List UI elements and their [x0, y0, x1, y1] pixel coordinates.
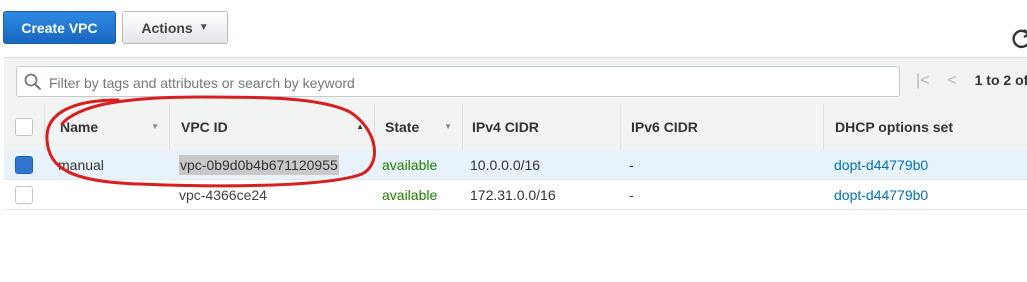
search-input[interactable] — [47, 67, 891, 98]
actions-dropdown-button[interactable]: Actions ▼ — [122, 11, 228, 44]
row-ipv4-cidr: 172.31.0.0/16 — [470, 187, 556, 203]
row-checkbox[interactable] — [15, 156, 33, 174]
row-vpc-id: vpc-4366ce24 — [179, 187, 267, 203]
row-checkbox[interactable] — [15, 186, 33, 204]
column-header-ipv4-cidr[interactable]: IPv4 CIDR — [462, 104, 620, 150]
search-box[interactable] — [16, 66, 900, 98]
row-ipv4-cidr: 10.0.0.0/16 — [470, 157, 541, 173]
row-ipv6-cidr: - — [629, 157, 634, 173]
sort-arrow-icon: ▲ — [356, 122, 364, 131]
row-name: manual — [58, 157, 104, 173]
column-header-label: Name — [60, 119, 99, 135]
column-header-dhcp-options-set[interactable]: DHCP options set — [823, 104, 1027, 150]
select-all-checkbox[interactable] — [15, 118, 33, 136]
row-dhcp-link[interactable]: dopt-d44779b0 — [834, 180, 928, 210]
first-page-icon[interactable]: |< — [916, 72, 930, 89]
column-header-label: VPC ID — [181, 119, 228, 135]
sort-arrow-icon: ▼ — [444, 122, 452, 131]
row-state: available — [382, 157, 438, 173]
row-vpc-id: vpc-0b9d0b4b671120955 — [179, 155, 339, 175]
filter-toolbar: |< < 1 to 2 of — [4, 57, 1027, 106]
create-vpc-button[interactable]: Create VPC — [3, 11, 116, 44]
column-header-label: State — [385, 119, 420, 135]
column-header-label: IPv4 CIDR — [472, 119, 539, 135]
column-header-label: IPv6 CIDR — [631, 119, 698, 135]
select-all-cell — [4, 104, 44, 150]
sort-arrow-icon: ▼ — [151, 122, 159, 131]
column-header-name[interactable]: Name ▼ — [44, 104, 169, 150]
column-header-vpc-id[interactable]: VPC ID ▲ — [169, 104, 374, 150]
pagination: |< < 1 to 2 of — [916, 72, 1027, 90]
table-row[interactable]: vpc-4366ce24 available 172.31.0.0/16 - d… — [4, 180, 1027, 210]
row-ipv6-cidr: - — [629, 187, 634, 203]
chevron-down-icon: ▼ — [198, 22, 209, 33]
create-vpc-label: Create VPC — [21, 19, 98, 36]
column-header-state[interactable]: State ▼ — [374, 104, 462, 150]
column-header-ipv6-cidr[interactable]: IPv6 CIDR — [620, 104, 823, 150]
row-dhcp-link[interactable]: dopt-d44779b0 — [834, 150, 928, 180]
page-count: 1 to 2 of — [974, 72, 1027, 88]
previous-page-icon[interactable]: < — [947, 72, 956, 89]
search-icon — [24, 73, 42, 91]
table-header: Name ▼ VPC ID ▲ State ▼ IPv4 CIDR IPv6 C… — [4, 104, 1027, 151]
actions-label: Actions — [141, 19, 193, 36]
table-row[interactable]: manual vpc-0b9d0b4b671120955 available 1… — [4, 150, 1027, 180]
column-header-label: DHCP options set — [835, 119, 953, 135]
row-state: available — [382, 187, 438, 203]
refresh-icon[interactable] — [1010, 27, 1027, 51]
